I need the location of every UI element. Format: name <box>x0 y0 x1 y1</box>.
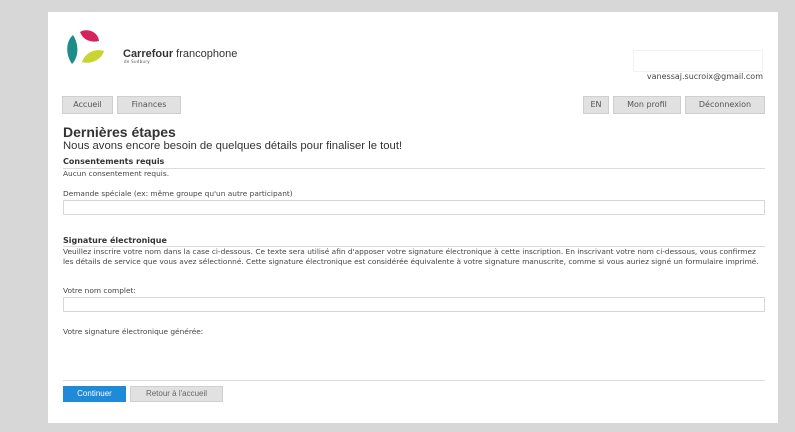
user-email: vanessaj.sucroix@gmail.com <box>646 72 763 81</box>
special-request-label: Demande spéciale (ex: même groupe qu'un … <box>63 189 293 198</box>
full-name-label: Votre nom complet: <box>63 286 136 295</box>
user-info-box <box>633 50 763 72</box>
registration-card: Carrefour francophone de Sudbury vanessa… <box>48 12 778 423</box>
continue-button[interactable]: Continuer <box>63 386 126 402</box>
nav-accueil[interactable]: Accueil <box>62 96 113 114</box>
signature-heading: Signature électronique <box>63 236 167 245</box>
actions-divider <box>63 380 765 381</box>
carrefour-logo <box>67 30 104 64</box>
special-request-input[interactable] <box>63 200 765 215</box>
nav-deconnexion[interactable]: Déconnexion <box>685 96 765 114</box>
back-home-button[interactable]: Retour à l'accueil <box>130 386 223 402</box>
generated-signature-label: Votre signature électronique générée: <box>63 327 204 336</box>
navbar: Accueil Finances EN Mon profil Déconnexi… <box>62 96 765 114</box>
page-subtitle: Nous avons encore besoin de quelques dét… <box>63 140 403 152</box>
consent-text: Aucun consentement requis. <box>63 169 170 178</box>
nav-mon-profil[interactable]: Mon profil <box>613 96 681 114</box>
full-name-input[interactable] <box>63 297 765 312</box>
brand-name-rest: francophone <box>173 48 238 60</box>
brand-subtitle: de Sudbury <box>124 59 150 64</box>
page-title: Dernières étapes <box>63 124 176 140</box>
nav-finances[interactable]: Finances <box>117 96 181 114</box>
consent-heading: Consentements requis <box>63 157 165 166</box>
nav-language-en[interactable]: EN <box>583 96 609 114</box>
signature-description: Veuillez inscrire votre nom dans la case… <box>63 247 759 266</box>
